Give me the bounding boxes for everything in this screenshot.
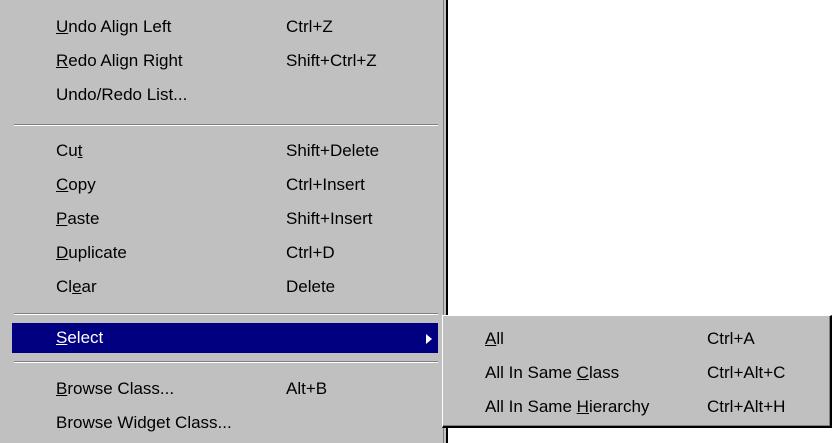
menu-item-shortcut: Ctrl+Insert (286, 175, 365, 194)
menu-item-shortcut: Ctrl+Z (286, 17, 333, 36)
menu-item-duplicate[interactable]: Duplicate Ctrl+D (12, 238, 438, 268)
menu-item-copy[interactable]: Copy Ctrl+Insert (12, 170, 438, 200)
menu-item-redo-align-right[interactable]: Redo Align Right Shift+Ctrl+Z (12, 46, 438, 76)
submenu-item-all-in-same-class[interactable]: All In Same Class Ctrl+Alt+C (443, 358, 823, 388)
menu-item-shortcut: Shift+Ctrl+Z (286, 51, 377, 70)
submenu-item-label: All (485, 329, 504, 348)
menu-item-label: Clear (56, 277, 97, 296)
submenu-arrow-icon (426, 334, 432, 344)
menu-item-label: Duplicate (56, 243, 127, 262)
menu-item-cut[interactable]: Cut Shift+Delete (12, 136, 438, 166)
menu-item-label: Redo Align Right (56, 51, 183, 70)
menu-separator (14, 313, 438, 315)
menu-separator (14, 124, 438, 126)
submenu-item-label: All In Same Hierarchy (485, 397, 650, 416)
submenu-item-shortcut: Ctrl+Alt+C (707, 363, 786, 382)
submenu-item-shortcut: Ctrl+A (707, 329, 755, 348)
menu-item-paste[interactable]: Paste Shift+Insert (12, 204, 438, 234)
menu-item-label: Cut (56, 141, 83, 160)
menu-item-shortcut: Delete (286, 277, 336, 296)
menu-item-clear[interactable]: Clear Delete (12, 272, 438, 302)
submenu-item-all-in-same-hierarchy[interactable]: All In Same Hierarchy Ctrl+Alt+H (443, 392, 823, 422)
submenu-item-label: All In Same Class (485, 363, 620, 382)
menu-item-browse-widget-class[interactable]: Browse Widget Class... (12, 408, 438, 438)
menu-item-label: Browse Widget Class... (56, 413, 232, 432)
menu-item-shortcut: Shift+Insert (286, 209, 373, 228)
submenu-item-shortcut: Ctrl+Alt+H (707, 397, 786, 416)
menu-item-shortcut: Shift+Delete (286, 141, 380, 160)
menu-item-label: Paste (56, 209, 100, 228)
select-submenu: All Ctrl+A All In Same Class Ctrl+Alt+C … (442, 315, 832, 428)
menu-item-browse-class[interactable]: Browse Class... Alt+B (12, 374, 438, 404)
menu-item-label: Copy (56, 175, 96, 194)
menu-item-undo-redo-list[interactable]: Undo/Redo List... (12, 80, 438, 110)
edit-context-menu: Undo Align Left Ctrl+Z Redo Align Right … (0, 0, 448, 443)
menu-item-undo-align-left[interactable]: Undo Align Left Ctrl+Z (12, 12, 438, 42)
menu-separator (14, 361, 438, 363)
menu-item-label: Undo Align Left (56, 17, 172, 36)
menu-item-shortcut: Alt+B (286, 379, 328, 398)
menu-item-select[interactable]: Select (12, 323, 438, 353)
menu-item-label: Browse Class... (56, 379, 175, 398)
submenu-item-all[interactable]: All Ctrl+A (443, 324, 823, 354)
menu-item-label: Undo/Redo List... (56, 85, 188, 104)
menu-item-shortcut: Ctrl+D (286, 243, 335, 262)
menu-item-label: Select (56, 328, 104, 347)
